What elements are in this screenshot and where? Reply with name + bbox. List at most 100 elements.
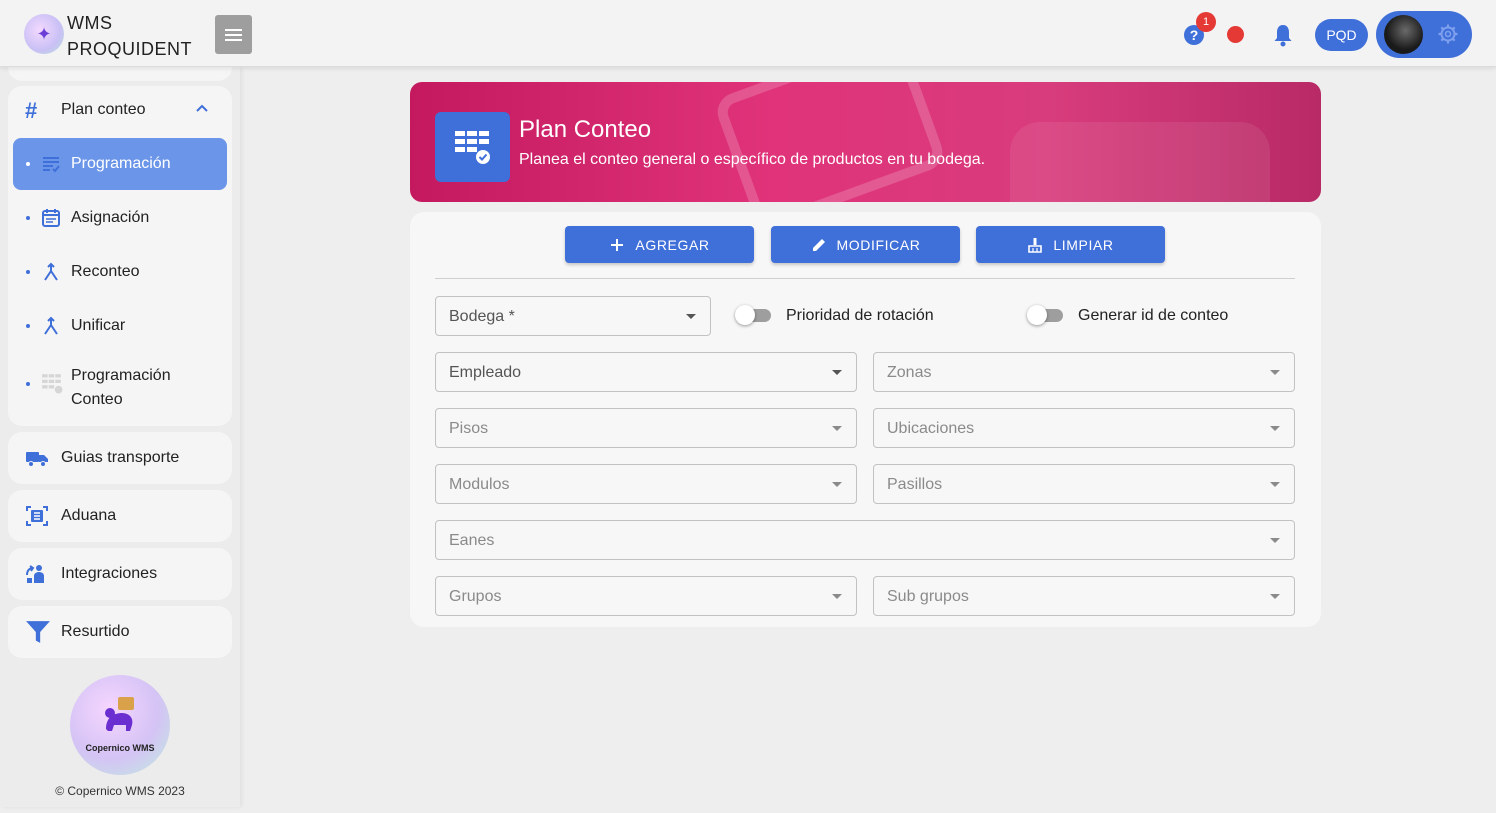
sidebar-item-programacion[interactable]: Programación bbox=[13, 138, 227, 190]
sub-grupos-select-label: Sub grupos bbox=[887, 588, 969, 605]
footer-logo-text: Copernico WMS bbox=[85, 743, 155, 753]
top-bar: ✦ WMS PROQUIDENT ? 1 PQD bbox=[0, 0, 1496, 67]
gear-icon[interactable] bbox=[1438, 24, 1458, 44]
add-button[interactable]: AGREGAR bbox=[565, 226, 754, 263]
chevron-down-icon bbox=[1270, 426, 1280, 431]
customs-icon bbox=[26, 506, 48, 526]
brand-name: WMS PROQUIDENT bbox=[67, 13, 193, 59]
modify-button-label: MODIFICAR bbox=[836, 236, 921, 253]
chevron-down-icon bbox=[1270, 594, 1280, 599]
clear-button[interactable]: LIMPIAR bbox=[976, 226, 1165, 263]
bullet-dot bbox=[26, 162, 30, 166]
sidebar-item-label: Programación bbox=[71, 155, 171, 172]
generate-id-label: Generar id de conteo bbox=[1078, 307, 1229, 324]
status-dot[interactable] bbox=[1227, 26, 1244, 43]
pencil-icon bbox=[812, 238, 825, 251]
sidebar-item-asignacion[interactable]: Asignación bbox=[13, 192, 227, 244]
truck-icon bbox=[26, 452, 48, 467]
bullet-dot bbox=[26, 216, 30, 220]
plus-icon bbox=[611, 238, 624, 251]
footer-logo: Copernico WMS bbox=[70, 675, 170, 775]
chevron-down-icon bbox=[832, 594, 842, 599]
eanes-select-label: Eanes bbox=[449, 532, 495, 549]
sub-grupos-select[interactable]: Sub grupos bbox=[873, 576, 1295, 616]
sidebar-item-reconteo[interactable]: Reconteo bbox=[13, 246, 227, 298]
sidebar-item-label: Programación Conteo bbox=[71, 367, 171, 408]
banner-decoration bbox=[712, 82, 948, 202]
page-title: Plan Conteo bbox=[519, 116, 652, 143]
user-menu[interactable] bbox=[1376, 11, 1472, 58]
pisos-select-label: Pisos bbox=[449, 420, 489, 437]
rotation-priority-toggle[interactable] bbox=[735, 305, 773, 325]
sidebar-item-integraciones[interactable]: Integraciones bbox=[8, 548, 232, 600]
broom-icon bbox=[1028, 237, 1043, 253]
bodega-select[interactable]: Bodega * bbox=[435, 296, 711, 336]
bullet-dot bbox=[26, 382, 30, 386]
eanes-select[interactable]: Eanes bbox=[435, 520, 1295, 560]
zonas-select-label: Zonas bbox=[887, 364, 932, 381]
sidebar-item-label: Unificar bbox=[71, 317, 126, 334]
pasillos-select-label: Pasillos bbox=[887, 476, 943, 493]
copyright-text: © Copernico WMS 2023 bbox=[55, 784, 185, 798]
notification-count-badge: 1 bbox=[1196, 12, 1216, 32]
modify-button[interactable]: MODIFICAR bbox=[771, 226, 960, 263]
merge-icon bbox=[44, 262, 58, 281]
sidebar-group-header[interactable]: # Plan conteo bbox=[8, 86, 232, 134]
avatar[interactable] bbox=[1384, 15, 1423, 54]
page-subtitle: Planea el conteo general o específico de… bbox=[519, 151, 986, 168]
sidebar-item-label: Asignación bbox=[71, 209, 150, 226]
ubicaciones-select[interactable]: Ubicaciones bbox=[873, 408, 1295, 448]
toggle-knob bbox=[1027, 305, 1047, 325]
mascot-icon bbox=[105, 697, 134, 731]
sidebar-card-label: Aduana bbox=[61, 507, 117, 524]
calendar-icon bbox=[42, 209, 60, 227]
sidebar-card-label: Guias transporte bbox=[61, 449, 180, 466]
merge-icon bbox=[44, 316, 58, 335]
sidebar-stub bbox=[8, 67, 232, 81]
generate-id-toggle[interactable] bbox=[1027, 305, 1065, 325]
pisos-select[interactable]: Pisos bbox=[435, 408, 857, 448]
sidebar-group-plan-conteo: # Plan conteo Programación Asignación Re… bbox=[8, 86, 232, 426]
sidebar-item-aduana[interactable]: Aduana bbox=[8, 490, 232, 542]
sidebar-group-label: Plan conteo bbox=[61, 101, 146, 118]
chevron-down-icon bbox=[686, 314, 696, 319]
grid-check-icon bbox=[454, 131, 490, 164]
sidebar-item-resurtido[interactable]: Resurtido bbox=[8, 606, 232, 658]
chevron-down-icon bbox=[1270, 538, 1280, 543]
bodega-select-label: Bodega * bbox=[449, 308, 515, 325]
modulos-select-label: Modulos bbox=[449, 476, 510, 493]
grupos-select-label: Grupos bbox=[449, 588, 502, 605]
sidebar-card-label: Resurtido bbox=[61, 623, 130, 640]
company-badge[interactable]: PQD bbox=[1315, 19, 1368, 51]
sidebar-item-unificar[interactable]: Unificar bbox=[13, 300, 227, 352]
sidebar-item-label: Reconteo bbox=[71, 263, 140, 280]
sidebar-item-guias-transporte[interactable]: Guias transporte bbox=[8, 432, 232, 484]
menu-toggle-button[interactable] bbox=[215, 15, 252, 54]
chevron-down-icon bbox=[1270, 482, 1280, 487]
modulos-select[interactable]: Modulos bbox=[435, 464, 857, 504]
chevron-up-icon bbox=[196, 104, 208, 112]
bullet-dot bbox=[26, 270, 30, 274]
add-button-label: AGREGAR bbox=[635, 236, 710, 253]
empleado-select-label: Empleado bbox=[449, 364, 522, 381]
chevron-down-icon bbox=[1270, 370, 1280, 375]
chevron-down-icon bbox=[832, 370, 842, 375]
brand-logo[interactable]: ✦ bbox=[24, 14, 64, 54]
sidebar-item-programacion-conteo[interactable]: Programación Conteo bbox=[13, 358, 227, 410]
zonas-select[interactable]: Zonas bbox=[873, 352, 1295, 392]
banner-decoration bbox=[1010, 122, 1270, 202]
integration-icon bbox=[26, 565, 44, 583]
filter-icon bbox=[26, 621, 50, 643]
plan-conteo-icon bbox=[435, 112, 510, 182]
grupos-select[interactable]: Grupos bbox=[435, 576, 857, 616]
hamburger-icon bbox=[225, 28, 242, 41]
clear-button-label: LIMPIAR bbox=[1053, 236, 1114, 253]
rotation-priority-label: Prioridad de rotación bbox=[786, 307, 934, 324]
chevron-down-icon bbox=[832, 426, 842, 431]
sidebar: # Plan conteo Programación Asignación Re… bbox=[0, 67, 240, 807]
bell-icon[interactable] bbox=[1272, 23, 1294, 47]
page-banner: Plan Conteo Planea el conteo general o e… bbox=[410, 82, 1321, 202]
empleado-select[interactable]: Empleado bbox=[435, 352, 857, 392]
toggle-knob bbox=[735, 305, 755, 325]
pasillos-select[interactable]: Pasillos bbox=[873, 464, 1295, 504]
